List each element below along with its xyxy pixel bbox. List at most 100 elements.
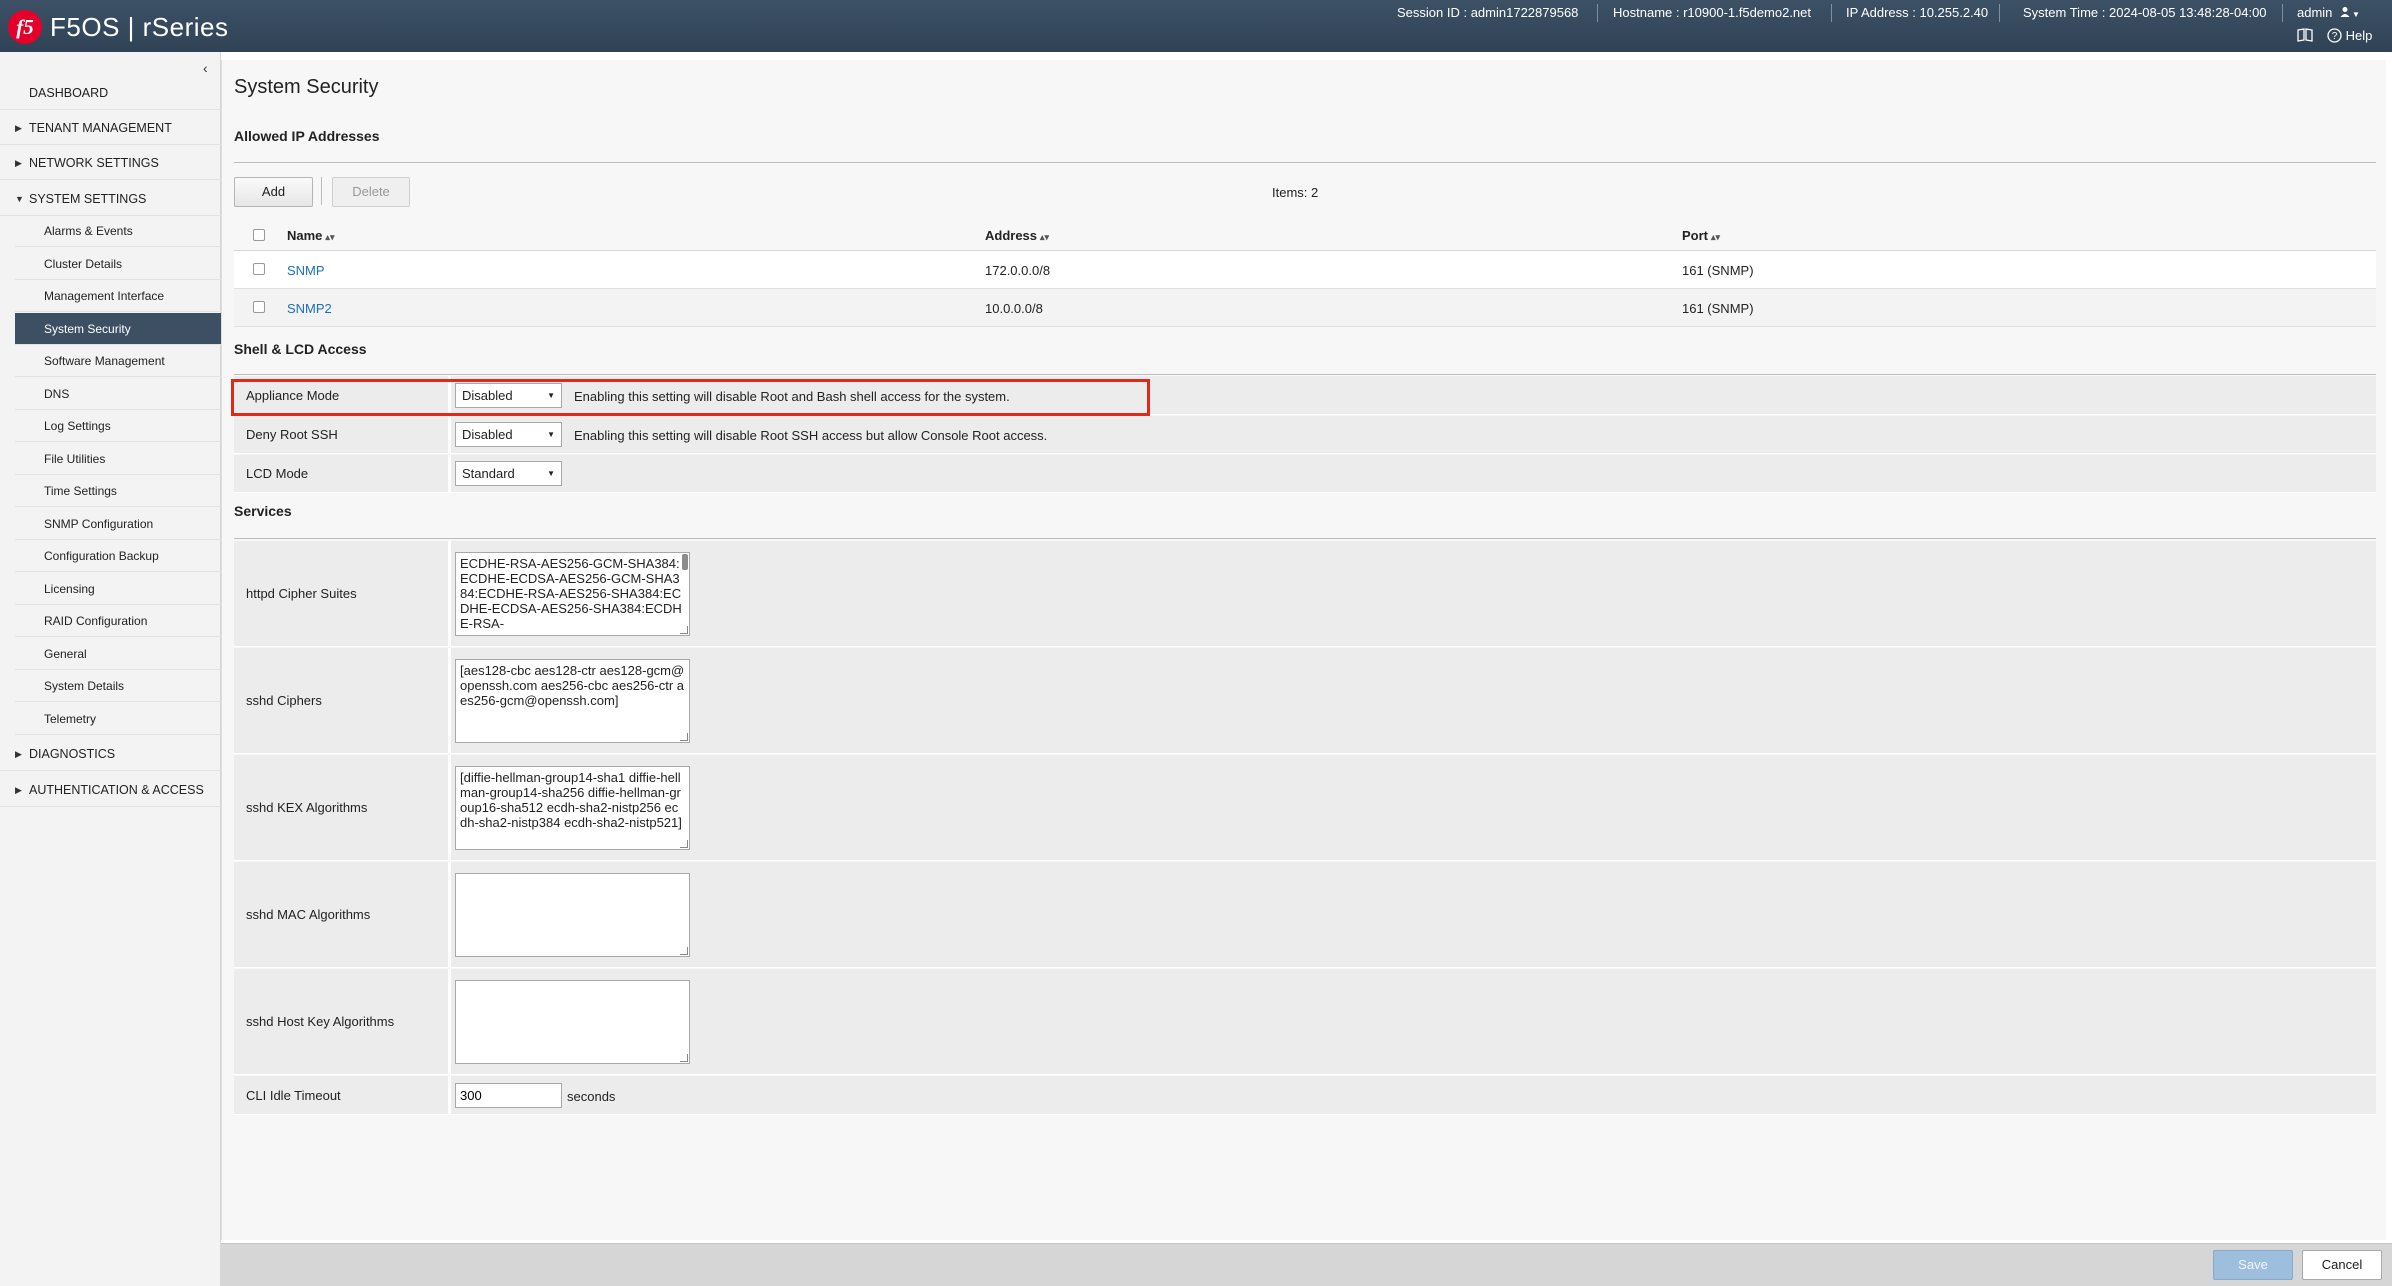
nav-label: Management Interface [44, 289, 165, 303]
row-checkbox[interactable] [253, 263, 265, 275]
cancel-button[interactable]: Cancel [2302, 1250, 2382, 1280]
divider [234, 162, 2376, 163]
sidebar-item-dns[interactable]: DNS [15, 378, 221, 410]
user-menu[interactable]: admin ▼ [2297, 5, 2360, 20]
column-address[interactable]: Address ▴▾ [985, 228, 1049, 243]
sidebar-item-alarms-events[interactable]: Alarms & Events [15, 215, 221, 247]
lcd-mode-select[interactable]: Standard ▼ [455, 461, 562, 486]
sidebar-item-time-settings[interactable]: Time Settings [15, 475, 221, 507]
field-cell [448, 541, 2376, 646]
sidebar-item-raid-configuration[interactable]: RAID Configuration [15, 605, 221, 637]
resize-handle[interactable] [680, 626, 688, 634]
footer-bar [221, 1243, 2392, 1286]
sshd-ciphers-textarea[interactable]: [aes128-cbc aes128-ctr aes128-gcm@openss… [455, 659, 690, 743]
nav-system-settings[interactable]: ▼ SYSTEM SETTINGS [0, 182, 221, 216]
help-label: Help [2345, 28, 2373, 43]
select-all-checkbox[interactable] [253, 229, 265, 241]
header-divider [1597, 4, 1598, 22]
nav-label: Cluster Details [44, 257, 123, 271]
resize-handle[interactable] [680, 1054, 688, 1062]
sidebar-item-log-settings[interactable]: Log Settings [15, 410, 221, 442]
nav-label: Log Settings [44, 419, 111, 433]
sshd-kex-label: sshd KEX Algorithms [246, 800, 368, 815]
nav-authentication-access[interactable]: ▶ AUTHENTICATION & ACCESS [0, 773, 221, 807]
user-icon [2340, 7, 2350, 17]
row-checkbox[interactable] [253, 301, 265, 313]
sshd-host-key-textarea[interactable] [455, 980, 690, 1064]
table-row: SNMP 172.0.0.0/8 161 (SNMP) [234, 251, 2376, 289]
nav-tenant-management[interactable]: ▶ TENANT MANAGEMENT [0, 111, 221, 145]
nav-label: Telemetry [44, 712, 97, 726]
row-name-link[interactable]: SNMP [287, 263, 325, 278]
row-name-link[interactable]: SNMP2 [287, 301, 332, 316]
nav-network-settings[interactable]: ▶ NETWORK SETTINGS [0, 146, 221, 180]
column-label: Address [985, 228, 1038, 243]
scrollbar[interactable] [682, 554, 688, 570]
sidebar-item-management-interface[interactable]: Management Interface [15, 280, 221, 312]
nav-diagnostics[interactable]: ▶ DIAGNOSTICS [0, 737, 221, 771]
sidebar-item-file-utilities[interactable]: File Utilities [15, 443, 221, 475]
resize-handle[interactable] [680, 840, 688, 848]
caret-right-icon: ▶ [15, 123, 22, 133]
sidebar-item-snmp-configuration[interactable]: SNMP Configuration [15, 508, 221, 540]
nav-dashboard[interactable]: DASHBOARD [0, 76, 221, 110]
row-address: 172.0.0.0/8 [985, 263, 1051, 278]
resize-handle[interactable] [680, 947, 688, 955]
nav-label: Configuration Backup [44, 549, 159, 563]
table-header: Name ▴▾ Address ▴▾ Port ▴▾ [234, 219, 2376, 251]
cli-idle-timeout-unit: seconds [567, 1089, 616, 1104]
button-divider [321, 177, 322, 205]
field-cell [448, 455, 2376, 492]
sidebar-item-general[interactable]: General [15, 638, 221, 670]
delete-button[interactable]: Delete [332, 177, 410, 207]
sidebar-item-configuration-backup[interactable]: Configuration Backup [15, 540, 221, 572]
sort-icon: ▴▾ [1711, 232, 1721, 242]
save-button[interactable]: Save [2213, 1250, 2293, 1280]
textarea-value: [diffie-hellman-group14-sha1 diffie-hell… [460, 770, 682, 830]
sidebar-item-software-management[interactable]: Software Management [15, 345, 221, 377]
page-title: System Security [234, 76, 379, 98]
highlight-box [231, 379, 1150, 416]
divider [234, 374, 2376, 375]
resize-handle[interactable] [680, 733, 688, 741]
sidebar-item-licensing[interactable]: Licensing [15, 573, 221, 605]
nav-label: SYSTEM SETTINGS [29, 192, 147, 206]
row-port: 161 (SNMP) [1682, 301, 1754, 316]
add-button[interactable]: Add [234, 177, 313, 207]
sidebar-item-system-details[interactable]: System Details [15, 670, 221, 702]
sshd-host-key-label: sshd Host Key Algorithms [246, 1014, 395, 1029]
deny-root-ssh-select[interactable]: Disabled ▼ [455, 422, 562, 447]
field-cell [448, 969, 2376, 1074]
column-label: Name [287, 228, 323, 243]
sidebar-item-system-security[interactable]: System Security [15, 313, 221, 345]
nav-label: Licensing [44, 582, 95, 596]
nav-label: TENANT MANAGEMENT [29, 121, 172, 135]
allowed-ip-title: Allowed IP Addresses [234, 128, 380, 144]
header-divider [1999, 4, 2000, 22]
items-count: Items: 2 [1272, 185, 1319, 200]
cli-idle-timeout-input[interactable] [455, 1083, 562, 1108]
caret-right-icon: ▶ [15, 749, 22, 759]
help-circle-icon: ? [2327, 28, 2342, 43]
column-port[interactable]: Port ▴▾ [1682, 228, 1720, 243]
sidebar-item-telemetry[interactable]: Telemetry [15, 703, 221, 735]
column-name[interactable]: Name ▴▾ [287, 228, 334, 243]
nav-label: NETWORK SETTINGS [29, 156, 159, 170]
nav-label: Alarms & Events [44, 224, 133, 238]
system-time: System Time : 2024-08-05 13:48:28-04:00 [2023, 5, 2267, 20]
help-link[interactable]: ? Help [2327, 28, 2372, 43]
field-cell [448, 755, 2376, 860]
book-icon[interactable] [2297, 28, 2313, 45]
user-name: admin [2297, 5, 2333, 20]
sshd-kex-textarea[interactable]: [diffie-hellman-group14-sha1 diffie-hell… [455, 766, 690, 850]
sshd-mac-textarea[interactable] [455, 873, 690, 957]
svg-text:?: ? [2332, 31, 2338, 42]
product-name: F5OS | rSeries [50, 12, 229, 42]
header-divider [1831, 4, 1832, 22]
nav-label: Time Settings [44, 484, 117, 498]
textarea-value: [aes128-cbc aes128-ctr aes128-gcm@openss… [460, 663, 685, 708]
nav-label: System Security [44, 322, 131, 336]
httpd-cipher-textarea[interactable]: ECDHE-RSA-AES256-GCM-SHA384:ECDHE-ECDSA-… [455, 552, 690, 636]
collapse-sidebar-icon[interactable]: ‹ [203, 60, 208, 76]
sidebar-item-cluster-details[interactable]: Cluster Details [15, 248, 221, 280]
